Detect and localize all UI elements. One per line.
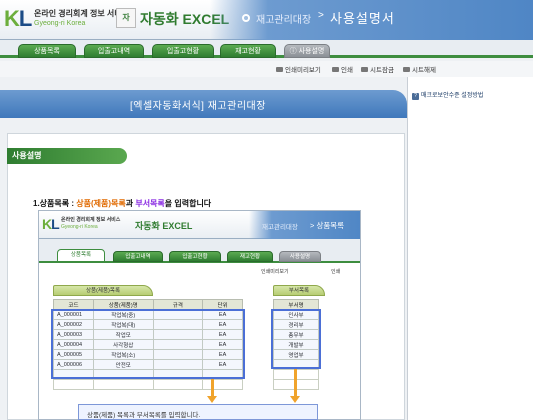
col-dept-name: 부서명 xyxy=(273,299,319,310)
sheet-unlock-button[interactable]: 시트해제 xyxy=(403,64,436,74)
kl-logo: KL xyxy=(4,6,32,31)
col-code: 코드 xyxy=(53,299,94,310)
toolbar xyxy=(0,61,533,77)
embedded-crumb-current: > 상품목록 xyxy=(310,221,345,230)
embedded-tab-inout-status: 입출고현황 xyxy=(169,251,221,262)
breadcrumb-separator: > xyxy=(318,10,324,21)
eye-icon xyxy=(276,67,283,72)
question-icon: ? xyxy=(412,93,419,100)
embedded-tab-user-guide: 사용설명 xyxy=(279,251,321,262)
arrow-head-icon xyxy=(290,396,300,403)
logo-line1: 온라인 경리회계 정보 서비스 xyxy=(34,9,129,18)
macro-security-help-link[interactable]: ? 매크로보안수준 설정방법 xyxy=(412,90,483,100)
embedded-print: 인쇄 xyxy=(331,269,341,275)
tab-stock-status[interactable]: 재고현황 xyxy=(220,44,276,58)
embedded-logo-text: 온라인 경리회계 정보 서비스 Gyeong-ri Korea xyxy=(61,217,121,230)
embedded-tab-inout-history: 입출고내역 xyxy=(113,251,163,262)
arrow-down-icon xyxy=(211,379,214,397)
section-title: 사용설명 xyxy=(12,151,42,160)
embedded-kl-logo: KL xyxy=(42,216,60,232)
embedded-tab-stock-status: 재고현황 xyxy=(227,251,273,262)
logo-line2: Gyeong-ri Korea xyxy=(34,20,86,27)
tab-inout-status[interactable]: 입출고현황 xyxy=(152,44,214,58)
tab-product-list[interactable]: 상품목록 xyxy=(18,44,76,58)
embedded-brand: 자동화 EXCEL xyxy=(135,221,193,231)
product-table-label: 상품(제품)목록 xyxy=(53,285,153,296)
step-heading: 1.상품목록 : 상품(제품)목록과 부서목록을 입력합니다 xyxy=(33,199,212,208)
instruction-callout: 상품(제품) 목록과 부서목록를 입력합니다. xyxy=(78,404,318,420)
table-row xyxy=(53,379,243,390)
embedded-screenshot: KL 온라인 경리회계 정보 서비스 Gyeong-ri Korea 자동화 E… xyxy=(38,210,361,420)
unlock-icon xyxy=(403,67,410,72)
info-icon: ⓘ xyxy=(289,48,299,55)
right-sidebar xyxy=(407,77,533,420)
tab-inout-history[interactable]: 입출고내역 xyxy=(84,44,144,58)
tab-user-guide-label: 사용설명 xyxy=(298,48,325,55)
banner-title: [엑셀자동화서식] 재고관리대장 xyxy=(130,101,266,112)
embedded-print-preview: 인쇄미리보기 xyxy=(261,269,289,275)
col-unit: 단위 xyxy=(202,299,243,310)
dept-selection-highlight xyxy=(271,309,321,369)
printer-icon xyxy=(332,67,339,72)
page-title: 사용설명서 xyxy=(330,11,395,26)
sheet-lock-button[interactable]: 시트잠금 xyxy=(361,64,394,74)
col-product-name: 상품(제품)명 xyxy=(92,299,154,310)
embedded-crumb-parent: 재고관리대장 xyxy=(262,224,298,231)
print-preview-button[interactable]: 인쇄미리보기 xyxy=(276,64,321,74)
breadcrumb-circle-icon xyxy=(242,14,250,22)
print-button[interactable]: 인쇄 xyxy=(332,64,353,74)
arrow-head-icon xyxy=(207,396,217,403)
col-spec: 규격 xyxy=(152,299,204,310)
tab-user-guide[interactable]: ⓘ 사용설명 xyxy=(284,44,330,58)
arrow-down-icon xyxy=(294,369,297,397)
breadcrumb-parent[interactable]: 재고관리대장 xyxy=(256,11,311,26)
lock-icon xyxy=(361,67,368,72)
embedded-tab-product-list: 상품목록 xyxy=(57,249,105,262)
product-selection-highlight xyxy=(51,309,245,379)
dept-table-label: 부서목록 xyxy=(273,285,325,296)
brand-badge-icon: 자 xyxy=(116,8,136,28)
logo-text: 온라인 경리회계 정보 서비스 Gyeong-ri Korea xyxy=(34,9,129,29)
